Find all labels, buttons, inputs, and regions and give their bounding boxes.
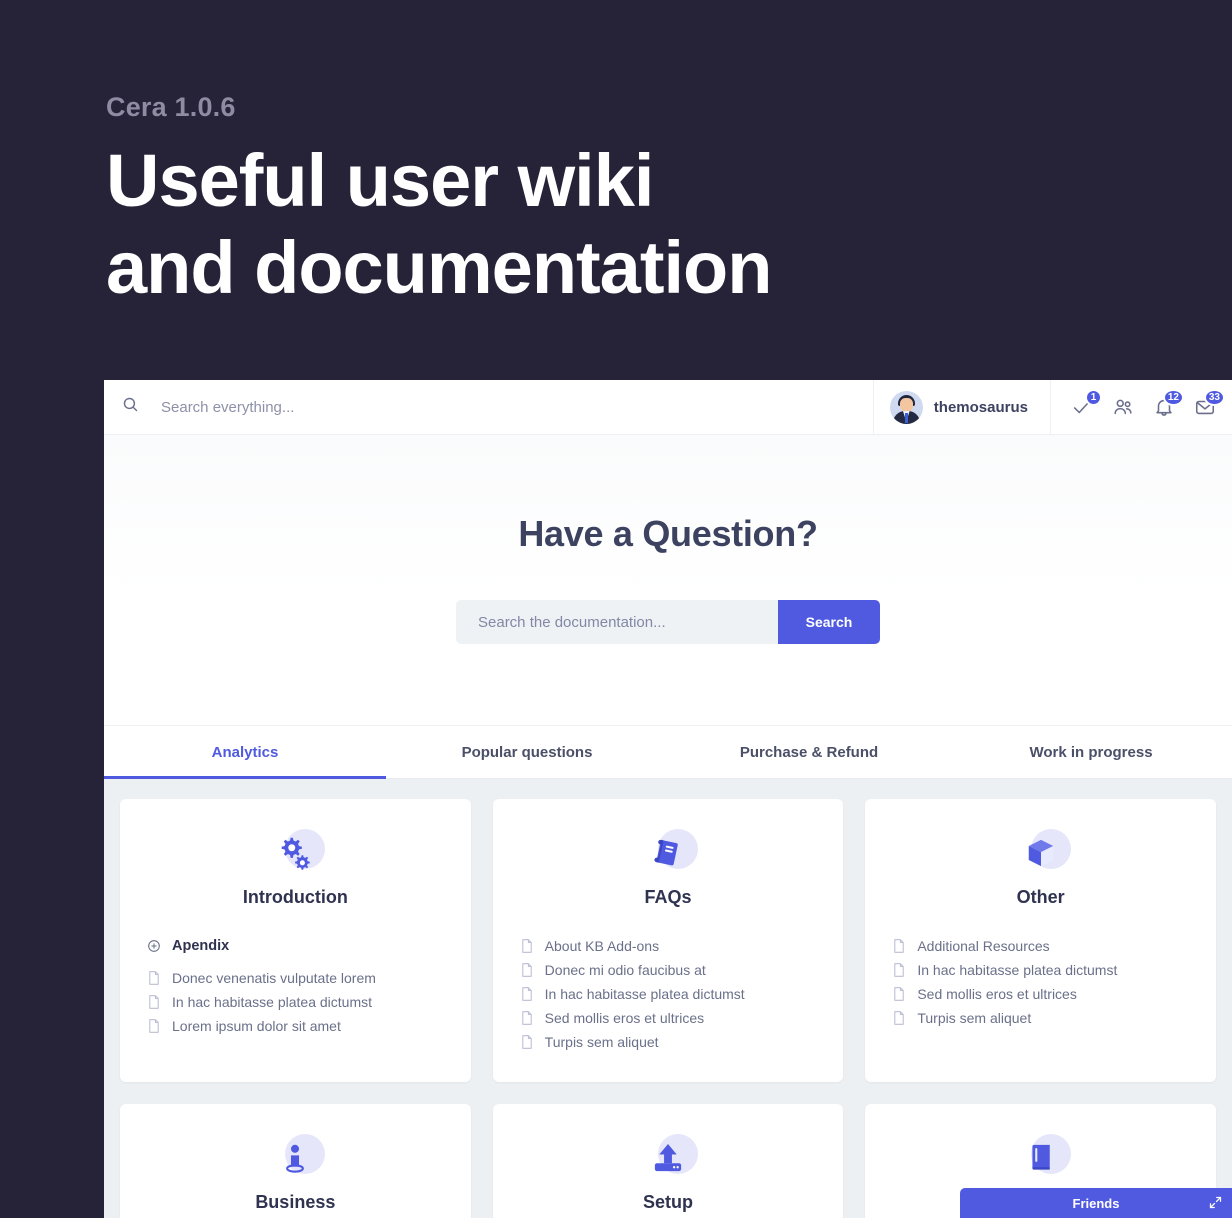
list-item-label: Donec mi odio faucibus at	[544, 962, 706, 978]
list-item-label: Sed mollis eros et ultrices	[544, 1010, 705, 1026]
list-item-label: Lorem ipsum dolor sit amet	[172, 1018, 341, 1034]
document-icon	[520, 1010, 534, 1026]
chat-title: Friends	[1072, 1195, 1120, 1211]
hero-section: Cera 1.0.6 Useful user wiki and document…	[0, 0, 1232, 312]
book-closed-icon	[493, 827, 844, 879]
list-item[interactable]: Sed mollis eros et ultrices	[892, 986, 1216, 1002]
list-item-label: In hac habitasse platea dictumst	[544, 986, 745, 1002]
card-setup[interactable]: Setup	[492, 1104, 844, 1218]
upload-icon	[493, 1132, 844, 1184]
list-item-label: Sed mollis eros et ultrices	[917, 986, 1077, 1002]
top-navbar: themosaurus 1 12 33	[104, 380, 1232, 435]
card-other[interactable]: Other Additional Resources In hac habita…	[865, 799, 1217, 1082]
card-title: Other	[1016, 887, 1065, 907]
list-item[interactable]: About KB Add-ons	[520, 938, 844, 954]
list-item[interactable]: Donec venenatis vulputate lorem	[147, 970, 471, 986]
card-faqs[interactable]: FAQs About KB Add-ons Donec mi odio fauc…	[492, 799, 844, 1082]
card-title: Business	[255, 1192, 336, 1212]
page-title: Useful user wiki and documentation	[106, 137, 1232, 312]
chat-widget: Friends	[955, 1188, 1232, 1218]
question-heading: Have a Question?	[518, 513, 818, 554]
document-icon	[520, 962, 534, 978]
mail-badge: 33	[1203, 389, 1225, 406]
list-item-label: Apendix	[172, 938, 230, 954]
question-hero: Have a Question? Search	[104, 435, 1232, 725]
list-item[interactable]: Turpis sem aliquet	[892, 1010, 1216, 1026]
book-icon	[865, 1132, 1216, 1184]
documentation-search-input[interactable]	[456, 600, 778, 644]
card-introduction[interactable]: Introduction Apendix Donec venenatis vul…	[120, 799, 471, 1082]
document-icon	[892, 962, 906, 978]
cube-icon	[865, 827, 1216, 879]
card-title: Introduction	[242, 887, 348, 907]
tab-work-in-progress[interactable]: Work in progress	[950, 726, 1232, 778]
list-item-label: In hac habitasse platea dictumst	[172, 994, 373, 1010]
document-icon	[147, 970, 161, 986]
list-item-label: Donec venenatis vulputate lorem	[172, 970, 376, 986]
list-item[interactable]: Lorem ipsum dolor sit amet	[147, 1018, 471, 1034]
list-item-label: In hac habitasse platea dictumst	[917, 962, 1118, 978]
person-pin-icon	[120, 1132, 471, 1184]
avatar	[889, 390, 923, 424]
list-item[interactable]: In hac habitasse platea dictumst	[892, 962, 1216, 978]
user-menu[interactable]: themosaurus	[872, 380, 1050, 435]
document-icon	[892, 986, 906, 1002]
list-item-label: Turpis sem aliquet	[544, 1034, 659, 1050]
navbar-icon-group: 1 12 33	[1050, 380, 1232, 435]
document-icon	[147, 1018, 161, 1034]
card-title: FAQs	[644, 887, 692, 907]
card-business[interactable]: Business	[120, 1104, 471, 1218]
bell-badge: 12	[1162, 389, 1184, 406]
hero-title-line-2: and documentation	[106, 226, 772, 310]
list-item[interactable]: Turpis sem aliquet	[520, 1034, 844, 1050]
list-item[interactable]: Sed mollis eros et ultrices	[520, 1010, 844, 1026]
cards-row-1: Introduction Apendix Donec venenatis vul…	[120, 799, 1217, 1082]
list-item-label: Turpis sem aliquet	[917, 1010, 1032, 1026]
card-link-list: Apendix Donec venenatis vulputate lorem …	[120, 938, 471, 1034]
list-item-label: Additional Resources	[917, 938, 1050, 954]
list-item[interactable]: Apendix	[147, 938, 471, 954]
card-title: Setup	[643, 1192, 694, 1212]
list-item[interactable]: In hac habitasse platea dictumst	[147, 994, 471, 1010]
cards-area: Introduction Apendix Donec venenatis vul…	[104, 779, 1232, 1218]
document-icon	[520, 938, 534, 954]
global-search[interactable]	[104, 396, 873, 418]
tab-analytics[interactable]: Analytics	[104, 726, 386, 779]
hero-title-line-1: Useful user wiki	[106, 139, 654, 222]
tab-purchase-refund[interactable]: Purchase & Refund	[668, 726, 950, 778]
mail-icon[interactable]: 33	[1194, 389, 1225, 418]
list-item[interactable]: Donec mi odio faucibus at	[520, 962, 844, 978]
search-button[interactable]: Search	[778, 600, 880, 644]
list-item-label: About KB Add-ons	[544, 938, 660, 954]
document-icon	[520, 1034, 534, 1050]
documentation-search: Search	[456, 600, 880, 644]
card-link-list: About KB Add-ons Donec mi odio faucibus …	[493, 938, 844, 1050]
chat-header[interactable]: Friends	[960, 1188, 1232, 1218]
username-label: themosaurus	[933, 398, 1028, 416]
search-input[interactable]	[161, 398, 621, 416]
document-icon	[892, 938, 906, 954]
gears-icon	[120, 827, 471, 879]
bell-icon[interactable]: 12	[1153, 389, 1184, 418]
tab-bar: Analytics Popular questions Purchase & R…	[104, 725, 1232, 779]
list-item[interactable]: Additional Resources	[892, 938, 1216, 954]
plus-circle-icon	[147, 938, 161, 954]
app-window: themosaurus 1 12 33 Have a Question?	[104, 380, 1232, 1218]
document-icon	[892, 1010, 906, 1026]
expand-arrows-icon[interactable]	[1208, 1195, 1223, 1210]
check-icon[interactable]: 1	[1071, 389, 1102, 418]
document-icon	[147, 994, 161, 1010]
card-link-list: Additional Resources In hac habitasse pl…	[865, 938, 1216, 1026]
hero-version-label: Cera 1.0.6	[106, 92, 236, 122]
people-icon[interactable]	[1112, 396, 1134, 418]
document-icon	[520, 986, 534, 1002]
tab-popular-questions[interactable]: Popular questions	[386, 726, 668, 778]
search-icon	[122, 396, 139, 418]
check-badge: 1	[1085, 389, 1102, 406]
list-item[interactable]: In hac habitasse platea dictumst	[520, 986, 844, 1002]
